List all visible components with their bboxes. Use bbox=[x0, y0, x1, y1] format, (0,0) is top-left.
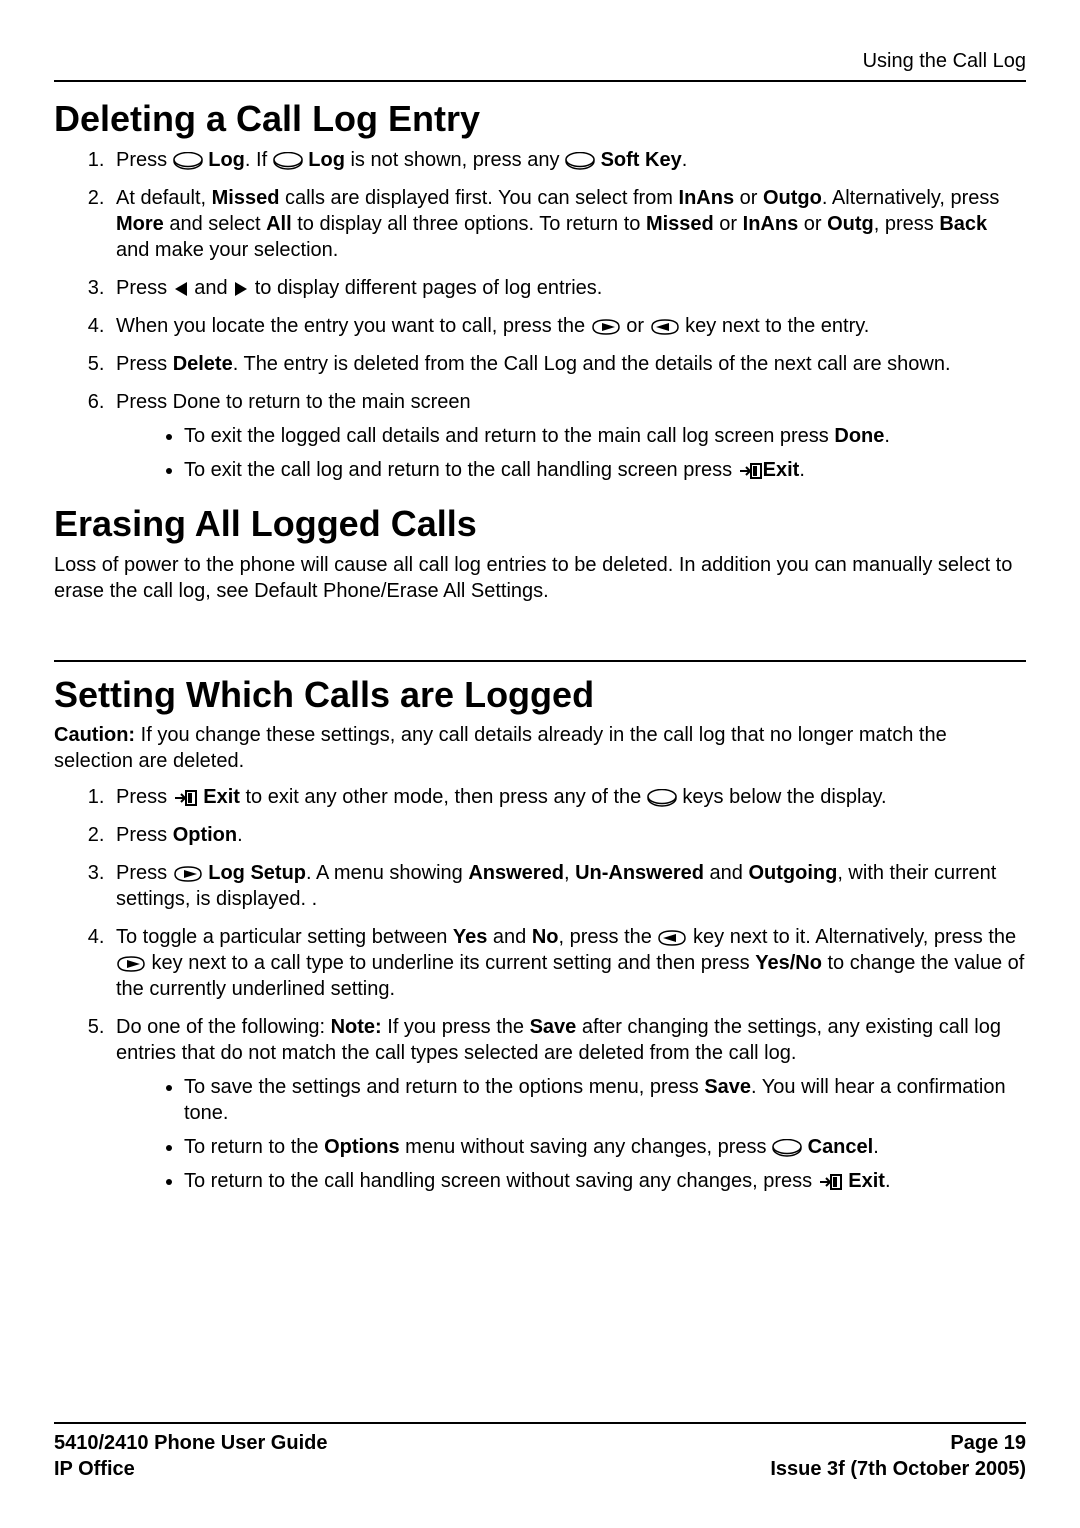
heading-erasing: Erasing All Logged Calls bbox=[54, 501, 1026, 548]
footer-left: 5410/2410 Phone User Guide IP Office bbox=[54, 1430, 327, 1482]
list-item: Do one of the following: Note: If you pr… bbox=[110, 1014, 1026, 1194]
oval-right-key-icon bbox=[173, 865, 203, 883]
oval-key-icon bbox=[772, 1139, 802, 1157]
list-item: To exit the call log and return to the c… bbox=[184, 457, 1026, 483]
right-arrow-icon bbox=[233, 280, 249, 298]
oval-key-icon bbox=[647, 789, 677, 807]
list-deleting: Press Log. If Log is not shown, press an… bbox=[54, 147, 1026, 483]
sub-list: To exit the logged call details and retu… bbox=[116, 423, 1026, 483]
list-item: Press Log Setup. A menu showing Answered… bbox=[110, 860, 1026, 912]
list-item: Press Done to return to the main screen … bbox=[110, 389, 1026, 483]
list-item: When you locate the entry you want to ca… bbox=[110, 313, 1026, 339]
body-text: Loss of power to the phone will cause al… bbox=[54, 552, 1026, 604]
exit-icon bbox=[818, 1173, 843, 1191]
oval-right-key-icon bbox=[591, 318, 621, 336]
heading-setting: Setting Which Calls are Logged bbox=[54, 672, 1026, 719]
oval-key-icon bbox=[273, 152, 303, 170]
heading-deleting: Deleting a Call Log Entry bbox=[54, 96, 1026, 143]
page-footer: 5410/2410 Phone User Guide IP Office Pag… bbox=[54, 1422, 1026, 1482]
list-item: Press Delete. The entry is deleted from … bbox=[110, 351, 1026, 377]
footer-right: Page 19 Issue 3f (7th October 2005) bbox=[770, 1430, 1026, 1482]
list-item: Press and to display different pages of … bbox=[110, 275, 1026, 301]
body-text: Caution: If you change these settings, a… bbox=[54, 722, 1026, 774]
list-item: At default, Missed calls are displayed f… bbox=[110, 185, 1026, 263]
list-item: Press Log. If Log is not shown, press an… bbox=[110, 147, 1026, 173]
list-item: To save the settings and return to the o… bbox=[184, 1074, 1026, 1126]
sub-list: To save the settings and return to the o… bbox=[116, 1074, 1026, 1194]
list-item: To exit the logged call details and retu… bbox=[184, 423, 1026, 449]
list-item: To return to the call handling screen wi… bbox=[184, 1168, 1026, 1194]
list-item: To return to the Options menu without sa… bbox=[184, 1134, 1026, 1160]
left-arrow-icon bbox=[173, 280, 189, 298]
oval-key-icon bbox=[565, 152, 595, 170]
oval-right-key-icon bbox=[116, 955, 146, 973]
oval-left-key-icon bbox=[650, 318, 680, 336]
list-item: Press Option. bbox=[110, 822, 1026, 848]
list-item: To toggle a particular setting between Y… bbox=[110, 924, 1026, 1002]
exit-icon bbox=[173, 789, 198, 807]
oval-left-key-icon bbox=[657, 929, 687, 947]
exit-icon bbox=[738, 462, 763, 480]
oval-key-icon bbox=[173, 152, 203, 170]
list-setting: Press Exit to exit any other mode, then … bbox=[54, 784, 1026, 1194]
header-section-title: Using the Call Log bbox=[54, 48, 1026, 82]
list-item: Press Exit to exit any other mode, then … bbox=[110, 784, 1026, 810]
